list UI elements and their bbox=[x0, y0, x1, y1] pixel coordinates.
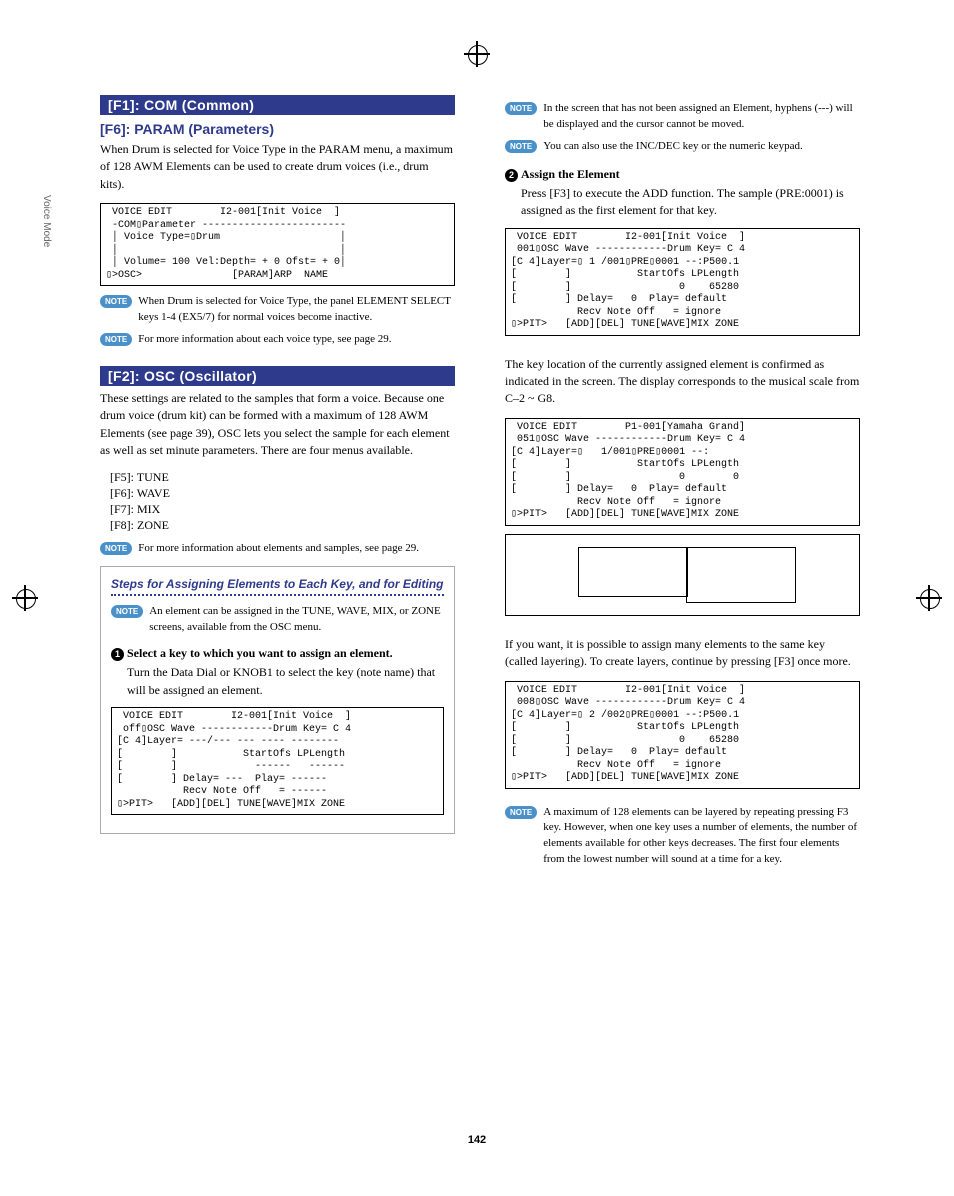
note-icon: NOTE bbox=[100, 333, 132, 346]
diagram-box-2 bbox=[686, 547, 796, 603]
key-diagram bbox=[505, 534, 860, 616]
note-assign-screens: NOTE An element can be assigned in the T… bbox=[111, 604, 444, 636]
key-location-paragraph: The key location of the currently assign… bbox=[505, 356, 860, 408]
note-icon: NOTE bbox=[505, 806, 537, 819]
side-tab-label: Voice Mode bbox=[41, 195, 52, 247]
left-column: [F1]: COM (Common) [F6]: PARAM (Paramete… bbox=[100, 95, 455, 874]
crop-mark-left bbox=[12, 585, 38, 611]
steps-box: Steps for Assigning Elements to Each Key… bbox=[100, 566, 455, 834]
step-number-2: 2 bbox=[505, 169, 518, 182]
note-icon: NOTE bbox=[111, 605, 143, 618]
note-elements-samples: NOTE For more information about elements… bbox=[100, 541, 455, 557]
lcd-assign-element-screen: VOICE EDIT I2-001[Init Voice ] 001▯OSC W… bbox=[505, 228, 860, 336]
right-column: NOTE In the screen that has not been ass… bbox=[505, 95, 860, 874]
step-2-heading: 2Assign the Element bbox=[505, 167, 860, 182]
note-voice-type: NOTE When Drum is selected for Voice Typ… bbox=[100, 294, 455, 326]
note-icon: NOTE bbox=[505, 102, 537, 115]
note-icon: NOTE bbox=[100, 542, 132, 555]
menu-item-wave: [F6]: WAVE bbox=[110, 486, 455, 501]
crop-mark-right bbox=[916, 585, 942, 611]
lcd-layer-screen: VOICE EDIT I2-001[Init Voice ] 008▯OSC W… bbox=[505, 681, 860, 789]
heading-f2-osc: [F2]: OSC (Oscillator) bbox=[100, 366, 455, 386]
note-hyphens: NOTE In the screen that has not been ass… bbox=[505, 101, 860, 133]
diagram-box-1 bbox=[578, 547, 688, 597]
page-number: 142 bbox=[468, 1134, 486, 1146]
menu-item-tune: [F5]: TUNE bbox=[110, 470, 455, 485]
osc-menu-list: [F5]: TUNE [F6]: WAVE [F7]: MIX [F8]: ZO… bbox=[110, 470, 455, 533]
lcd-param-screen: VOICE EDIT I2-001[Init Voice ] -COM▯Para… bbox=[100, 203, 455, 286]
note-more-info-voice: NOTE For more information about each voi… bbox=[100, 332, 455, 348]
crop-mark-top bbox=[464, 41, 490, 67]
param-paragraph: When Drum is selected for Voice Type in … bbox=[100, 141, 455, 193]
menu-item-zone: [F8]: ZONE bbox=[110, 518, 455, 533]
lcd-select-key-screen: VOICE EDIT I2-001[Init Voice ] off▯OSC W… bbox=[111, 707, 444, 815]
step-1-heading: 1Select a key to which you want to assig… bbox=[111, 646, 444, 661]
menu-item-mix: [F7]: MIX bbox=[110, 502, 455, 517]
step-number-1: 1 bbox=[111, 648, 124, 661]
step-1-body: Turn the Data Dial or KNOB1 to select th… bbox=[127, 664, 444, 699]
steps-title: Steps for Assigning Elements to Each Key… bbox=[111, 577, 444, 596]
note-icon: NOTE bbox=[505, 140, 537, 153]
note-icon: NOTE bbox=[100, 295, 132, 308]
heading-f6-param: [F6]: PARAM (Parameters) bbox=[100, 121, 455, 137]
note-inc-dec: NOTE You can also use the INC/DEC key or… bbox=[505, 139, 860, 155]
layering-paragraph: If you want, it is possible to assign ma… bbox=[505, 636, 860, 671]
osc-paragraph: These settings are related to the sample… bbox=[100, 390, 455, 460]
heading-f1-com: [F1]: COM (Common) bbox=[100, 95, 455, 115]
lcd-key-location-screen: VOICE EDIT P1-001[Yamaha Grand] 051▯OSC … bbox=[505, 418, 860, 526]
step-2-body: Press [F3] to execute the ADD function. … bbox=[521, 185, 860, 220]
note-max-elements: NOTE A maximum of 128 elements can be la… bbox=[505, 805, 860, 869]
